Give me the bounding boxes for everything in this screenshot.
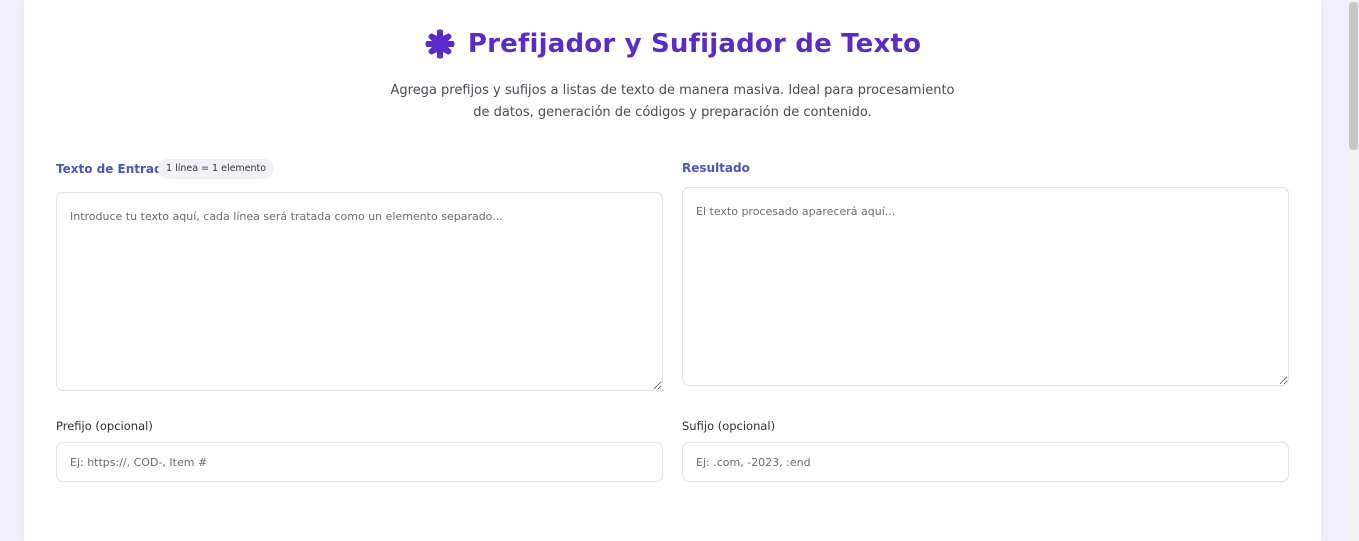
page: Prefijador y Sufijador de Texto Agrega p… — [0, 0, 1359, 541]
page-subtitle: Agrega prefijos y sufijos a listas de te… — [390, 83, 955, 120]
suffix-input[interactable] — [682, 442, 1289, 482]
page-title: Prefijador y Sufijador de Texto — [467, 29, 922, 59]
prefix-input[interactable] — [56, 442, 663, 482]
suffix-label: Sufijo (opcional) — [682, 419, 776, 433]
output-label: Resultado — [682, 161, 750, 175]
input-textarea[interactable] — [56, 192, 663, 391]
puzzle-piece-icon — [424, 28, 456, 60]
main-card: Prefijador y Sufijador de Texto Agrega p… — [24, 0, 1321, 541]
line-element-badge: 1 línea = 1 elemento — [158, 159, 275, 179]
prefix-label: Prefijo (opcional) — [56, 419, 153, 433]
output-textarea[interactable] — [682, 187, 1289, 386]
input-label: Texto de Entrada — [56, 162, 171, 176]
header: Prefijador y Sufijador de Texto Agrega p… — [24, 28, 1321, 124]
scrollbar-thumb[interactable] — [1349, 2, 1358, 150]
page-scrollbar[interactable] — [1348, 0, 1359, 541]
title-row: Prefijador y Sufijador de Texto — [24, 28, 1321, 60]
